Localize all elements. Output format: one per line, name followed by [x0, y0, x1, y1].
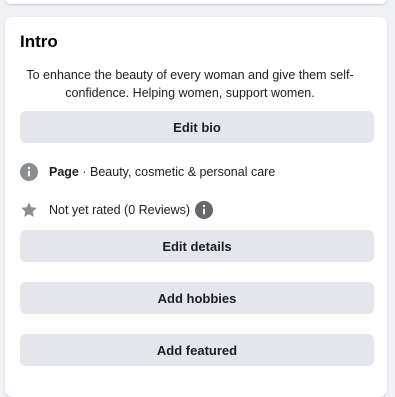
rating-row: Not yet rated (0 Reviews) [20, 201, 214, 219]
page-category: · Beauty, cosmetic & personal care [78, 165, 276, 179]
intro-title: Intro [20, 32, 58, 51]
previous-card [5, 0, 387, 4]
info-icon [20, 163, 38, 181]
add-featured-button[interactable]: Add featured [20, 334, 374, 366]
edit-details-button[interactable]: Edit details [20, 230, 374, 262]
page-label: Page [49, 165, 79, 179]
rating-text: Not yet rated (0 Reviews) [49, 203, 191, 217]
page-category-row: Page · Beauty, cosmetic & personal care [20, 163, 275, 181]
edit-bio-button[interactable]: Edit bio [20, 111, 374, 143]
rating-info-icon[interactable] [195, 201, 214, 219]
intro-card: Intro To enhance the beauty of every wom… [5, 17, 387, 397]
bio-text: To enhance the beauty of every woman and… [26, 68, 354, 100]
add-hobbies-button[interactable]: Add hobbies [20, 282, 374, 314]
star-icon [20, 201, 38, 219]
